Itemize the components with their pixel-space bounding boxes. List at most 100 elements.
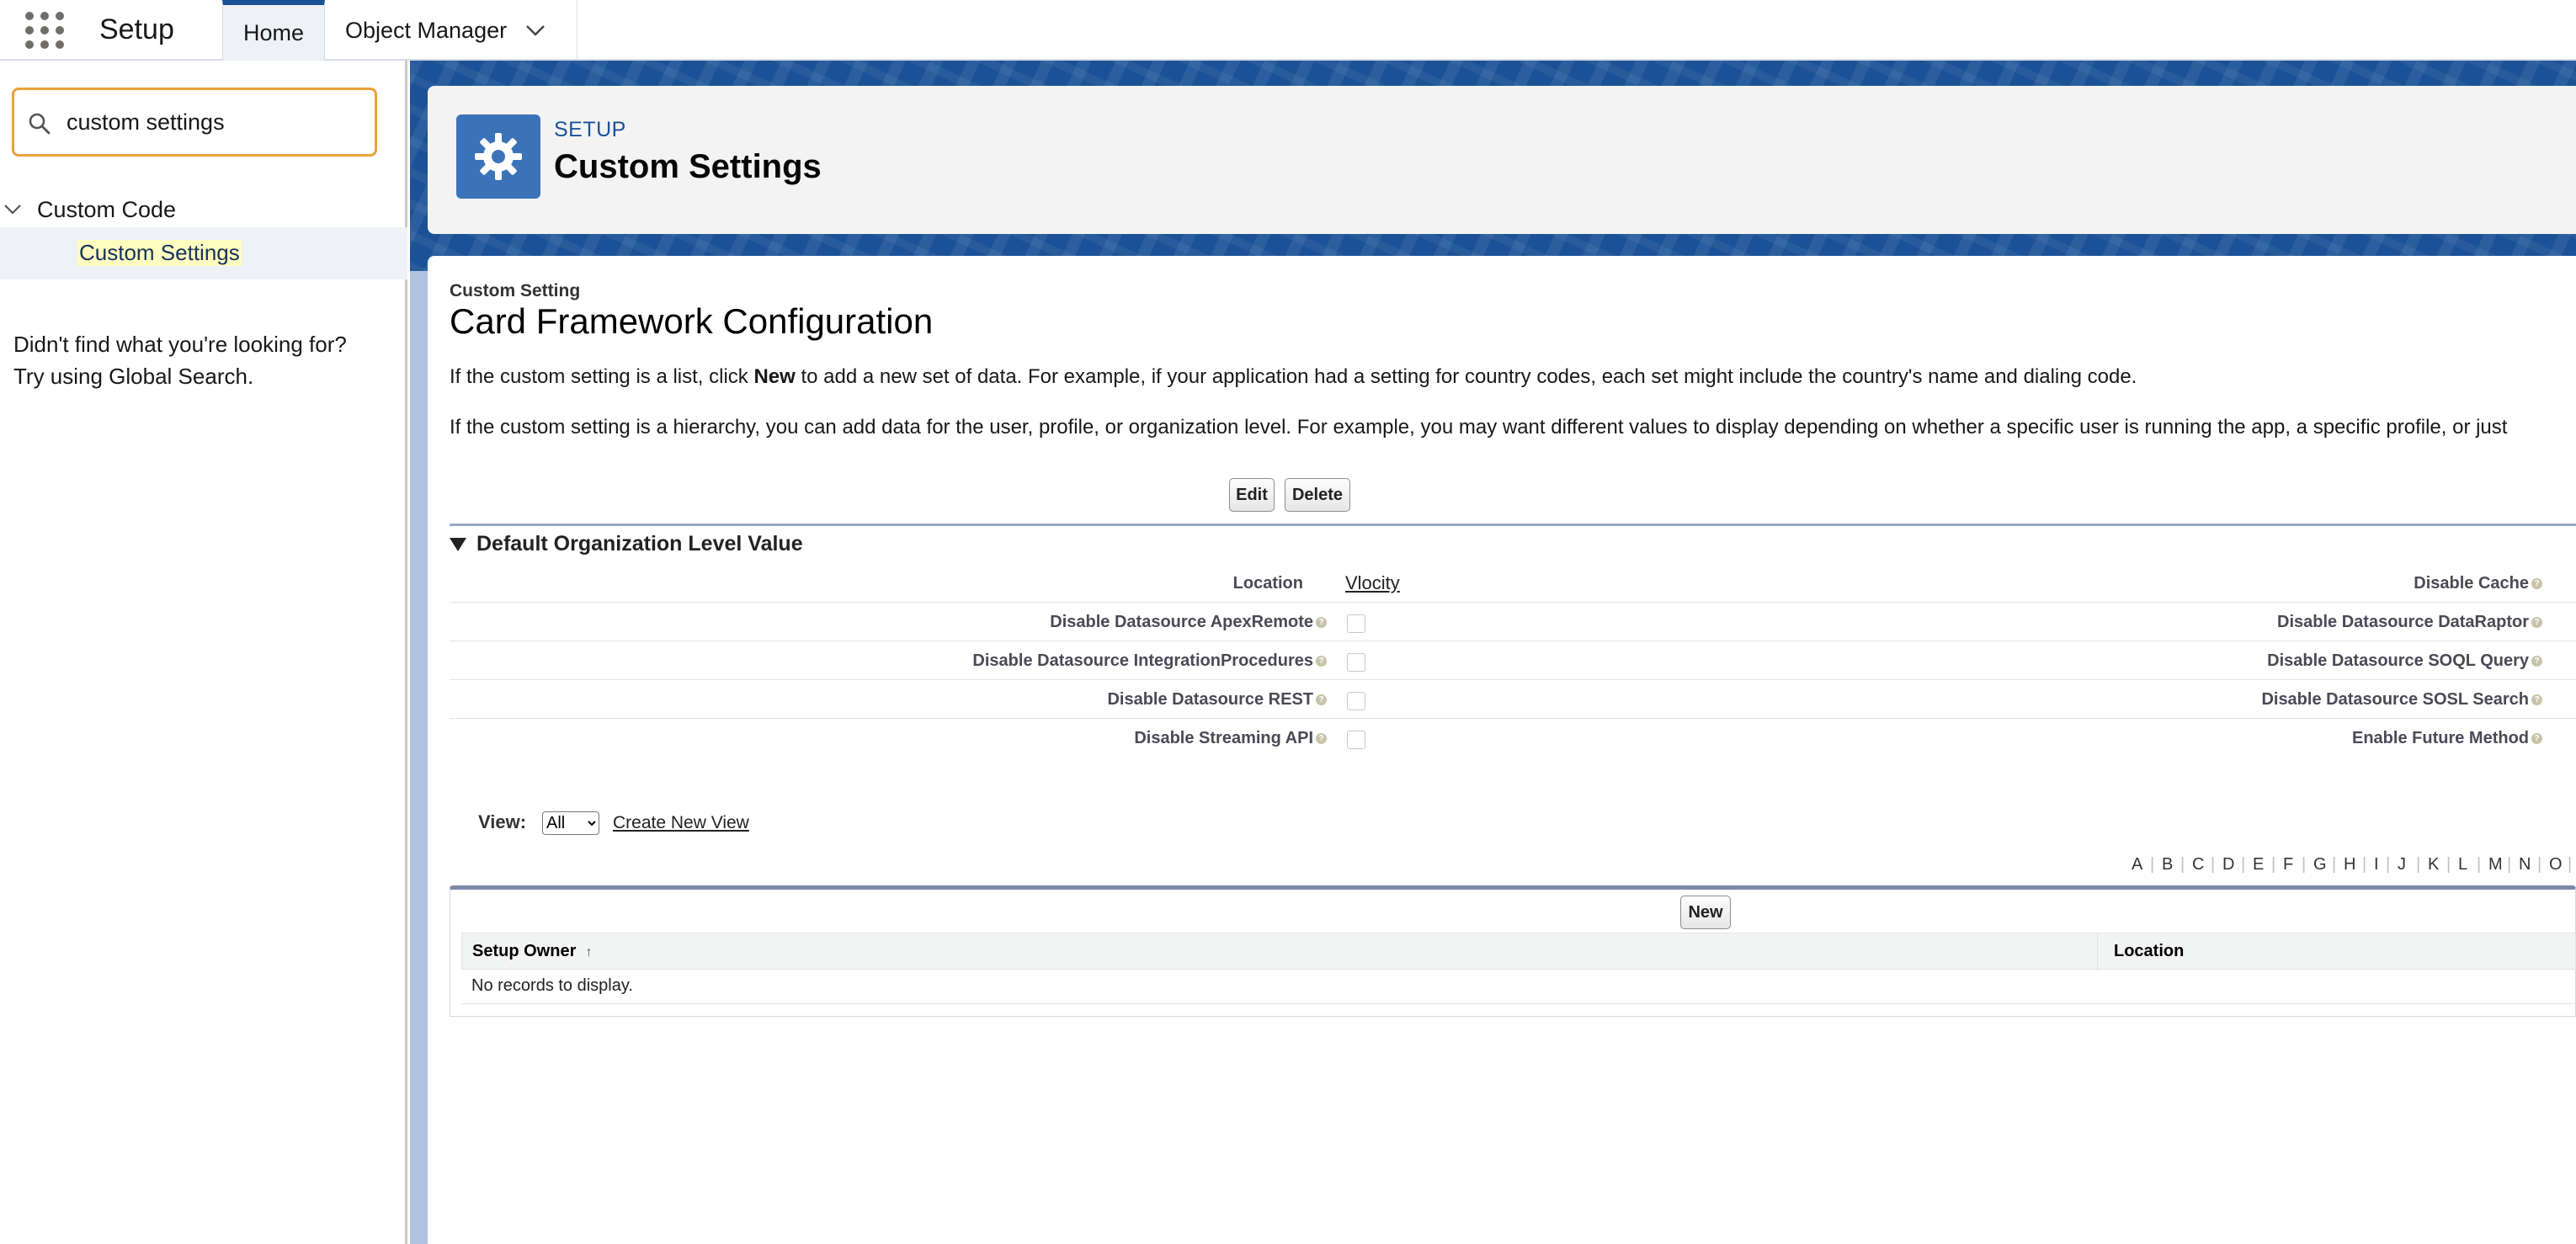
- description-bold-new: New: [753, 365, 796, 388]
- view-select[interactable]: All: [542, 811, 599, 835]
- record-title: Card Framework Configuration: [450, 301, 934, 341]
- quick-find-box: [12, 88, 377, 157]
- row-divider: [461, 1003, 2576, 1004]
- alphabet-separator: |: [2180, 855, 2185, 874]
- page-header: SETUP Custom Settings: [428, 86, 2576, 234]
- empty-list-message: No records to display.: [471, 976, 633, 995]
- help-icon[interactable]: ?: [2531, 733, 2542, 745]
- app-launcher-icon[interactable]: [25, 12, 64, 49]
- delete-button[interactable]: Delete: [1285, 478, 1350, 512]
- field-label-text: Disable Cache: [2414, 574, 2529, 593]
- alphabet-letter[interactable]: I: [2374, 855, 2379, 875]
- location-value-link[interactable]: Vlocity: [1345, 572, 1400, 594]
- field-label-ds-rest: Disable Datasource REST?: [450, 690, 1327, 710]
- field-label-ds-integration: Disable Datasource IntegrationProcedures…: [450, 651, 1327, 671]
- alphabet-separator: |: [2537, 855, 2542, 874]
- header-icon-tile: [456, 114, 540, 199]
- tree-group-label: Custom Code: [37, 197, 177, 222]
- section-title: Default Organization Level Value: [476, 532, 803, 556]
- alphabet-separator: |: [2150, 855, 2155, 874]
- alphabet-letter[interactable]: D: [2222, 855, 2234, 875]
- record-type-label: Custom Setting: [450, 281, 581, 300]
- field-label-ds-apexremote: Disable Datasource ApexRemote?: [450, 613, 1327, 632]
- alphabet-separator: |: [2386, 855, 2391, 874]
- alphabet-letter[interactable]: O: [2549, 855, 2563, 875]
- description-list: If the custom setting is a list, click N…: [450, 365, 2137, 389]
- help-icon[interactable]: ?: [1316, 733, 1327, 745]
- alphabet-separator: |: [2332, 855, 2337, 874]
- field-label-text: Disable Datasource IntegrationProcedures: [972, 651, 1313, 670]
- tree-item-custom-settings[interactable]: Custom Settings: [0, 227, 407, 279]
- field-label-streaming: Disable Streaming API?: [450, 729, 1327, 748]
- alphabet-separator: |: [2211, 855, 2216, 874]
- alphabet-letter[interactable]: G: [2313, 855, 2327, 875]
- alphabet-separator: |: [2416, 855, 2421, 874]
- help-icon[interactable]: ?: [2531, 578, 2542, 590]
- tab-home[interactable]: Home: [222, 0, 325, 61]
- help-icon[interactable]: ?: [2531, 656, 2542, 667]
- alphabet-separator: |: [2446, 855, 2451, 874]
- alphabet-separator: |: [2362, 855, 2367, 874]
- column-divider: [2097, 933, 2098, 970]
- help-line: Didn't find what you're looking for?: [13, 332, 347, 357]
- tree-item-label: Custom Settings: [77, 240, 242, 266]
- checkbox-ds-apexremote: [1347, 614, 1365, 633]
- alphabet-separator: |: [2477, 855, 2482, 874]
- help-icon[interactable]: ?: [1316, 656, 1327, 667]
- field-label-text: Disable Streaming API: [1134, 729, 1313, 747]
- alphabet-letter[interactable]: B: [2162, 855, 2173, 875]
- alphabet-letter[interactable]: N: [2519, 855, 2531, 875]
- quick-find-input[interactable]: [67, 98, 370, 146]
- alphabet-letter[interactable]: J: [2398, 855, 2406, 875]
- alphabet-letter[interactable]: C: [2192, 855, 2204, 875]
- setup-sidebar: Custom Code Custom Settings Didn't find …: [0, 61, 407, 1244]
- field-label-text: Enable Future Method: [2352, 729, 2529, 747]
- chevron-down-icon[interactable]: [3, 204, 22, 215]
- help-icon[interactable]: ?: [2531, 694, 2542, 706]
- sort-ascending-icon[interactable]: ↑: [585, 945, 592, 960]
- tab-object-manager[interactable]: Object Manager: [325, 0, 577, 61]
- help-icon[interactable]: ?: [1316, 694, 1327, 706]
- checkbox-streaming: [1347, 731, 1365, 749]
- alphabet-separator: |: [2302, 855, 2307, 874]
- tab-object-manager-label: Object Manager: [345, 17, 508, 43]
- field-label-ds-soql: Disable Datasource SOQL Query?: [2024, 651, 2542, 671]
- search-icon: [29, 113, 51, 135]
- alphabet-letter[interactable]: K: [2428, 855, 2439, 875]
- field-label-text: Disable Datasource SOSL Search: [2261, 690, 2529, 709]
- create-new-view-link[interactable]: Create New View: [613, 813, 749, 833]
- alphabet-separator: |: [2241, 855, 2246, 874]
- tab-home-label: Home: [242, 19, 305, 45]
- column-header-location[interactable]: Location: [2114, 942, 2184, 961]
- checkbox-ds-rest: [1347, 692, 1365, 710]
- header-eyebrow: SETUP: [554, 118, 626, 141]
- alphabet-letter[interactable]: F: [2283, 855, 2293, 875]
- description-hierarchy: If the custom setting is a hierarchy, yo…: [450, 416, 2508, 439]
- page-title: Custom Settings: [554, 148, 822, 185]
- description-text: to add a new set of data. For example, i…: [795, 365, 2137, 388]
- help-icon[interactable]: ?: [1316, 617, 1327, 629]
- field-label-future-method: Enable Future Method?: [2024, 729, 2542, 748]
- alphabet-letter[interactable]: M: [2488, 855, 2503, 875]
- column-header-setup-owner[interactable]: Setup Owner ↑: [472, 942, 592, 961]
- field-label-ds-dataraptor: Disable Datasource DataRaptor?: [2024, 613, 2542, 632]
- help-line: Try using Global Search.: [13, 364, 254, 389]
- alphabet-letter[interactable]: A: [2132, 855, 2142, 875]
- field-label-location: Location: [1232, 574, 1303, 593]
- help-icon[interactable]: ?: [2531, 617, 2542, 629]
- alphabet-separator: |: [2507, 855, 2512, 874]
- edit-button[interactable]: Edit: [1229, 478, 1275, 512]
- gear-icon: [475, 133, 522, 180]
- alphabet-separator: |: [2568, 855, 2573, 874]
- chevron-down-icon[interactable]: [525, 24, 546, 36]
- column-label: Setup Owner: [472, 942, 577, 960]
- alphabet-letter[interactable]: H: [2344, 855, 2355, 875]
- collapse-triangle-icon[interactable]: [450, 537, 466, 551]
- field-label-text: Disable Datasource ApexRemote: [1050, 613, 1313, 631]
- new-button[interactable]: New: [1680, 896, 1731, 929]
- section-header-default-org[interactable]: Default Organization Level Value: [450, 532, 803, 556]
- alphabet-separator: |: [2271, 855, 2276, 874]
- content-card: Custom Setting Card Framework Configurat…: [428, 256, 2576, 1244]
- alphabet-letter[interactable]: L: [2458, 855, 2467, 875]
- alphabet-letter[interactable]: E: [2253, 855, 2264, 875]
